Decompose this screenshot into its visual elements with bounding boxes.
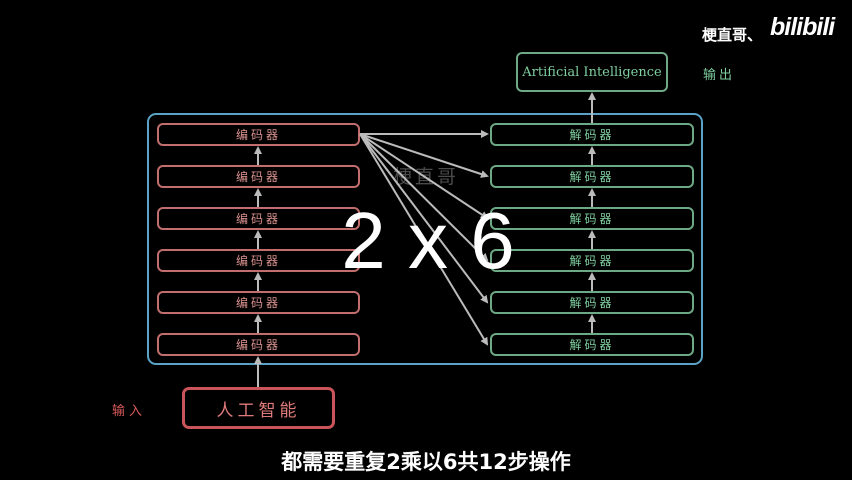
repeat-multiplier: 2 x 6 [341, 196, 515, 285]
video-subtitle: 都需要重复2乘以6共12步操作 [281, 450, 571, 474]
input-label: 输入 [112, 404, 147, 419]
arrow-cross [359, 133, 489, 178]
input-box: 人工智能 [182, 387, 335, 429]
